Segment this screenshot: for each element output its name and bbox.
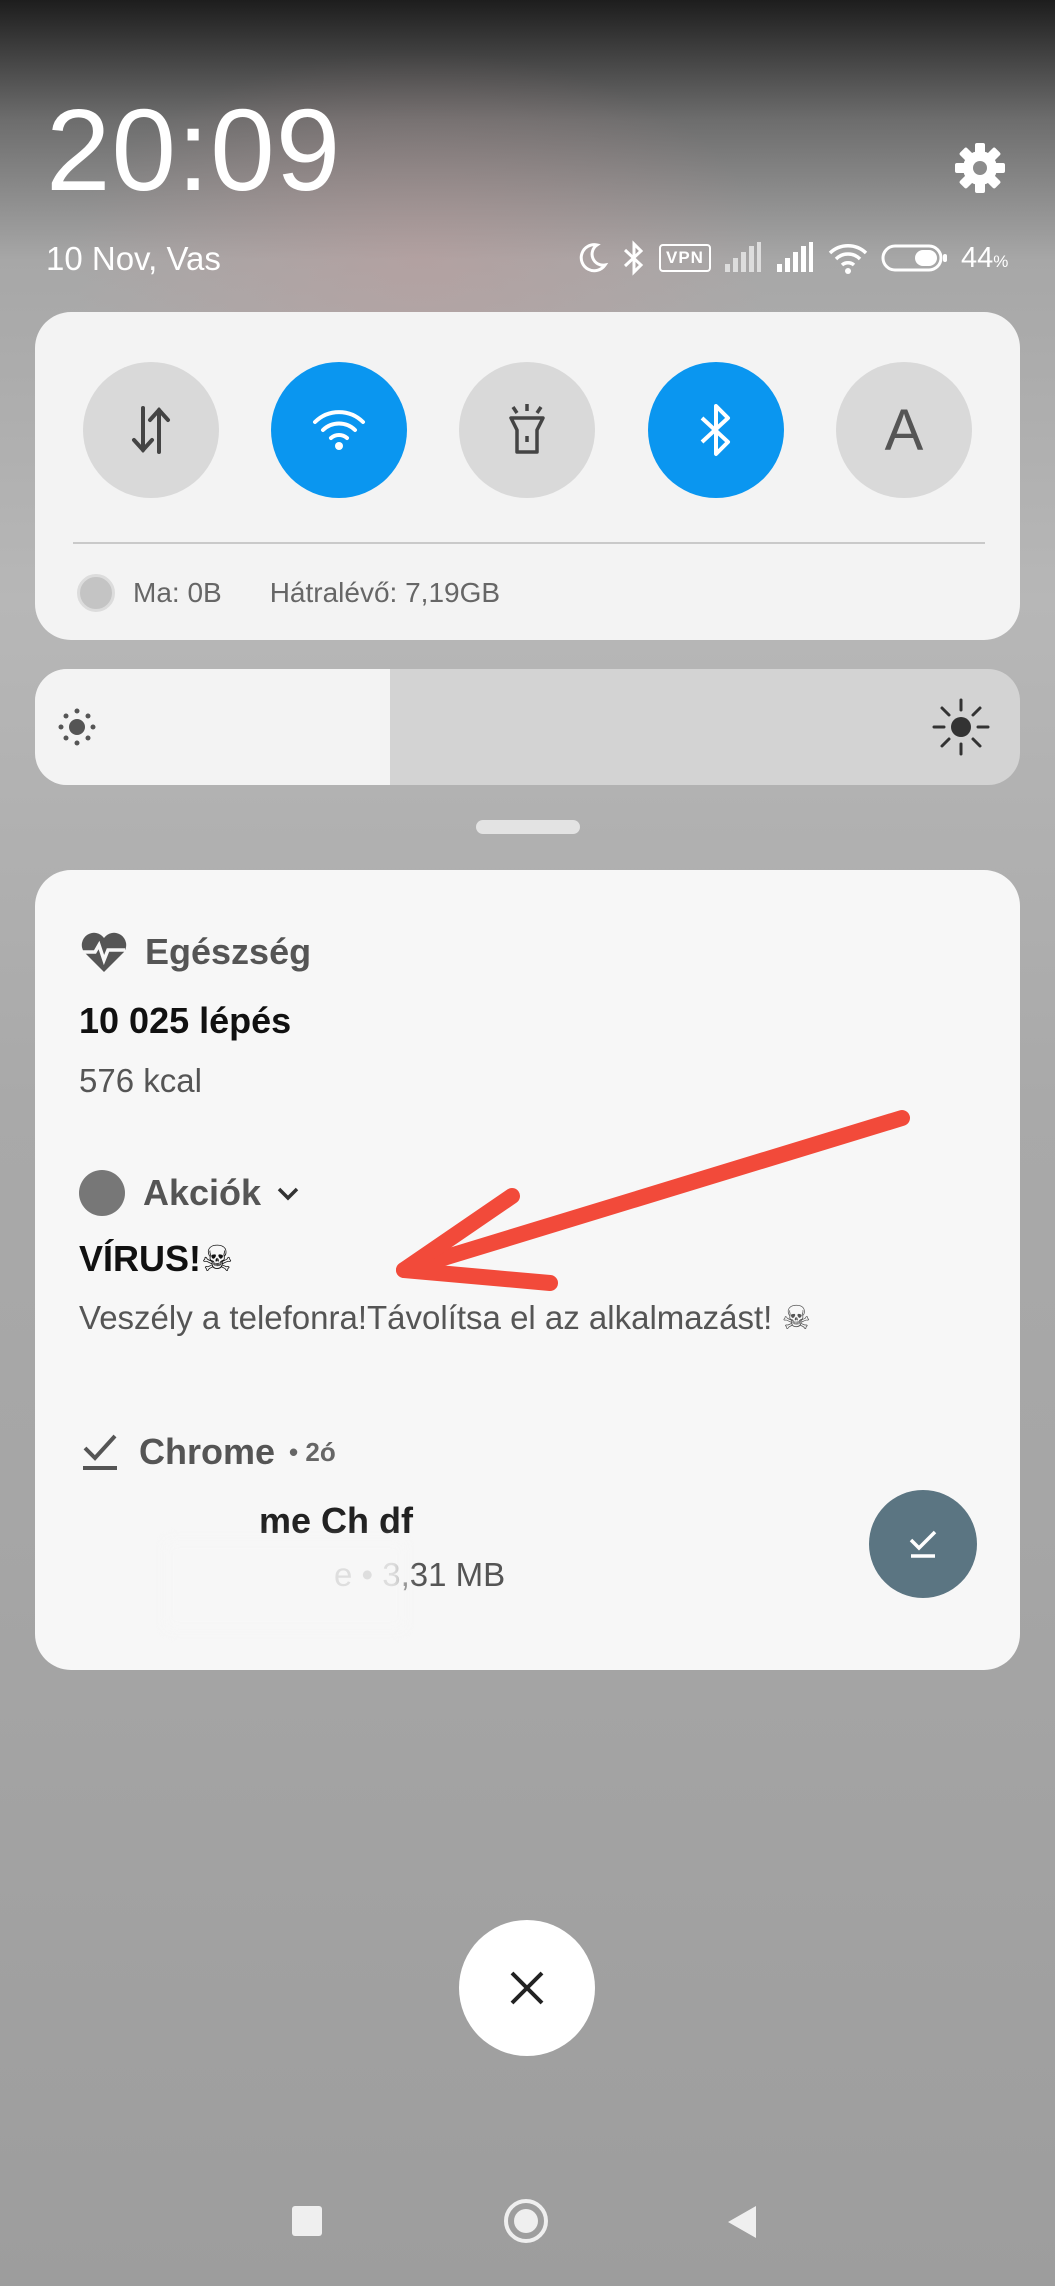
back-button[interactable] [722, 2202, 762, 2242]
close-icon [510, 1971, 544, 2005]
home-button[interactable] [501, 2196, 551, 2246]
clear-all-button[interactable] [459, 1920, 595, 2056]
recents-button[interactable] [292, 2206, 322, 2236]
